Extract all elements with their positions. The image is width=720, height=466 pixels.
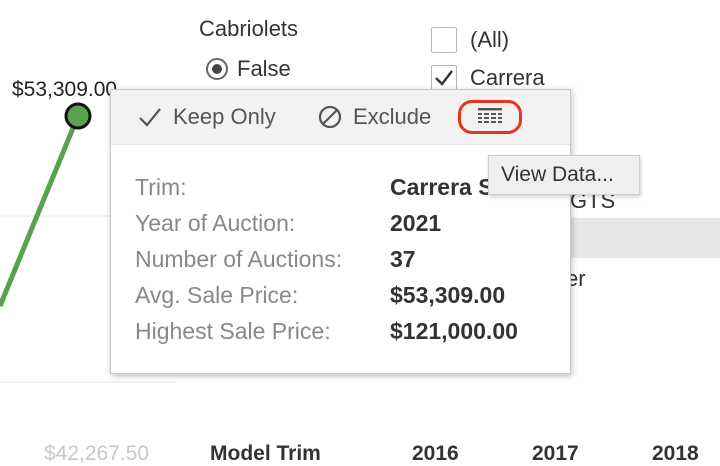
checkbox-label-all: (All) xyxy=(470,27,510,52)
exclude-button[interactable]: Exclude xyxy=(317,100,431,134)
mark-tooltip: Keep Only Exclude Trim: Carrera S Year o… xyxy=(110,89,571,374)
checkmark-icon xyxy=(435,70,453,86)
keep-only-label: Keep Only xyxy=(173,104,276,129)
column-header-2018: 2018 xyxy=(652,442,699,465)
checkbox-all[interactable] xyxy=(431,27,457,53)
series-line xyxy=(0,115,81,307)
tooltip-label: Avg. Sale Price: xyxy=(135,282,299,308)
exclude-icon xyxy=(318,105,342,129)
tooltip-value: 37 xyxy=(390,246,416,272)
checkbox-carrera[interactable] xyxy=(431,65,457,91)
column-header-2017: 2017 xyxy=(532,442,579,465)
keep-only-button[interactable]: Keep Only xyxy=(137,100,276,134)
highlighted-filter-row xyxy=(565,218,720,258)
checkbox-label-carrera: Carrera xyxy=(470,65,545,90)
tooltip-toolbar: Keep Only Exclude xyxy=(111,90,570,145)
view-data-table-icon xyxy=(478,108,502,123)
exclude-label: Exclude xyxy=(353,104,432,129)
tooltip-value: $53,309.00 xyxy=(390,282,506,308)
view-data-button[interactable] xyxy=(458,100,522,134)
data-point[interactable] xyxy=(64,102,92,130)
column-header-2016: 2016 xyxy=(412,442,459,465)
view-data-hover-tooltip: View Data... xyxy=(488,155,640,195)
tooltip-value: $121,000.00 xyxy=(390,318,518,344)
radio-selected-dot xyxy=(212,64,222,74)
tooltip-label: Highest Sale Price: xyxy=(135,318,331,344)
cabriolets-filter-title: Cabriolets xyxy=(199,16,299,41)
radio-label: False xyxy=(237,56,291,81)
data-point-label: $53,309.00 xyxy=(12,78,118,101)
cabriolets-option-false[interactable]: False xyxy=(206,56,291,82)
tooltip-value: 2021 xyxy=(390,210,442,236)
tooltip-label: Year of Auction: xyxy=(135,210,296,236)
column-header-model-trim: Model Trim xyxy=(210,442,321,465)
checkmark-icon xyxy=(139,108,161,127)
axis-value-label: $42,267.50 xyxy=(44,442,150,465)
tooltip-label: Trim: xyxy=(135,174,187,200)
tooltip-value: Carrera S xyxy=(390,174,494,200)
tooltip-label: Number of Auctions: xyxy=(135,246,343,272)
radio-button[interactable] xyxy=(206,58,228,80)
